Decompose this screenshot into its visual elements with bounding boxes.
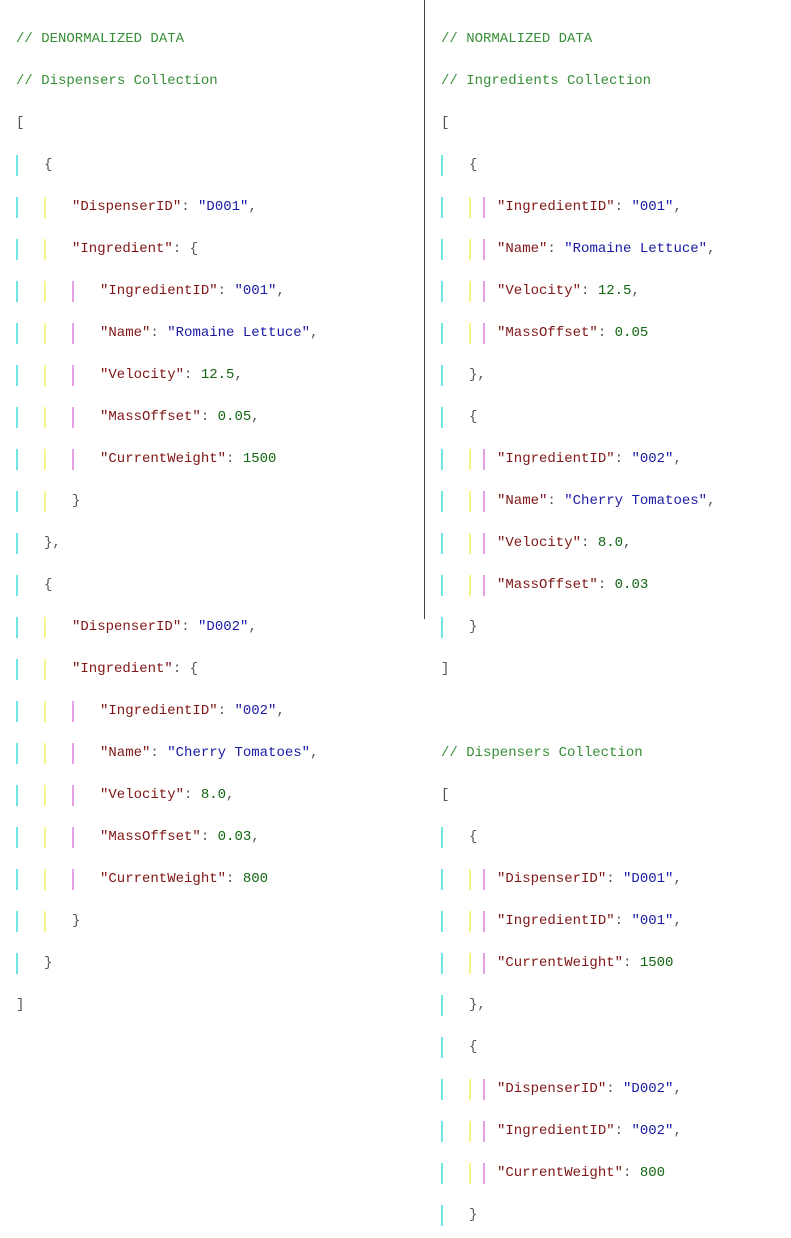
- d2-iid-key: "IngredientID": [100, 703, 218, 719]
- d1-mo-val: 0.05: [218, 409, 252, 425]
- ri2-mo-key: "MassOffset": [497, 577, 598, 593]
- rd1-cw-key: "CurrentWeight": [497, 955, 623, 971]
- ri2-vel-key: "Velocity": [497, 535, 581, 551]
- ri2-vel-val: 8.0: [598, 535, 623, 551]
- code-comparison: // DENORMALIZED DATA // Dispensers Colle…: [0, 0, 791, 619]
- rd2-cw-key: "CurrentWeight": [497, 1165, 623, 1181]
- ri2-name-val: "Cherry Tomatoes": [564, 493, 707, 509]
- rd1-did-val: "D001": [623, 871, 673, 887]
- d2-ingredient-key: "Ingredient": [72, 661, 173, 677]
- rd2-cw-val: 800: [640, 1165, 665, 1181]
- ri1-name-key: "Name": [497, 241, 547, 257]
- right-comment-2: // Ingredients Collection: [441, 73, 651, 89]
- d1-name-val: "Romaine Lettuce": [167, 325, 310, 341]
- right-comment-1: // NORMALIZED DATA: [441, 31, 592, 47]
- rd1-cw-val: 1500: [640, 955, 674, 971]
- ri2-iid-key: "IngredientID": [497, 451, 615, 467]
- d2-vel-key: "Velocity": [100, 787, 184, 803]
- d2-iid-val: "002": [234, 703, 276, 719]
- d2-mo-val: 0.03: [218, 829, 252, 845]
- d1-iid-val: "001": [234, 283, 276, 299]
- rd1-iid-key: "IngredientID": [497, 913, 615, 929]
- rd1-did-key: "DispenserID": [497, 871, 606, 887]
- d1-mo-key: "MassOffset": [100, 409, 201, 425]
- ri1-vel-key: "Velocity": [497, 283, 581, 299]
- d1-dispenserid-val: "D001": [198, 199, 248, 215]
- d1-iid-key: "IngredientID": [100, 283, 218, 299]
- d2-cw-key: "CurrentWeight": [100, 871, 226, 887]
- right-comment-3: // Dispensers Collection: [441, 745, 643, 761]
- rd1-iid-val: "001": [631, 913, 673, 929]
- d1-dispenserid-key: "DispenserID": [72, 199, 181, 215]
- d2-cw-val: 800: [243, 871, 268, 887]
- d2-dispenserid-key: "DispenserID": [72, 619, 181, 635]
- d1-vel-val: 12.5: [201, 367, 235, 383]
- ri1-iid-key: "IngredientID": [497, 199, 615, 215]
- d1-name-key: "Name": [100, 325, 150, 341]
- d1-cw-key: "CurrentWeight": [100, 451, 226, 467]
- ri1-mo-val: 0.05: [615, 325, 649, 341]
- d1-ingredient-key: "Ingredient": [72, 241, 173, 257]
- ri1-name-val: "Romaine Lettuce": [564, 241, 707, 257]
- left-comment-1: // DENORMALIZED DATA: [16, 31, 184, 47]
- d2-name-val: "Cherry Tomatoes": [167, 745, 310, 761]
- rd2-did-val: "D002": [623, 1081, 673, 1097]
- left-panel: // DENORMALIZED DATA // Dispensers Colle…: [0, 0, 425, 619]
- left-comment-2: // Dispensers Collection: [16, 73, 218, 89]
- rd2-iid-key: "IngredientID": [497, 1123, 615, 1139]
- ri2-mo-val: 0.03: [615, 577, 649, 593]
- d2-name-key: "Name": [100, 745, 150, 761]
- d1-vel-key: "Velocity": [100, 367, 184, 383]
- ri2-iid-val: "002": [631, 451, 673, 467]
- d2-vel-val: 8.0: [201, 787, 226, 803]
- ri2-name-key: "Name": [497, 493, 547, 509]
- right-panel: // NORMALIZED DATA // Ingredients Collec…: [425, 0, 791, 619]
- ri1-iid-val: "001": [631, 199, 673, 215]
- ri1-mo-key: "MassOffset": [497, 325, 598, 341]
- rd2-did-key: "DispenserID": [497, 1081, 606, 1097]
- ri1-vel-val: 12.5: [598, 283, 632, 299]
- d2-mo-key: "MassOffset": [100, 829, 201, 845]
- d1-cw-val: 1500: [243, 451, 277, 467]
- rd2-iid-val: "002": [631, 1123, 673, 1139]
- d2-dispenserid-val: "D002": [198, 619, 248, 635]
